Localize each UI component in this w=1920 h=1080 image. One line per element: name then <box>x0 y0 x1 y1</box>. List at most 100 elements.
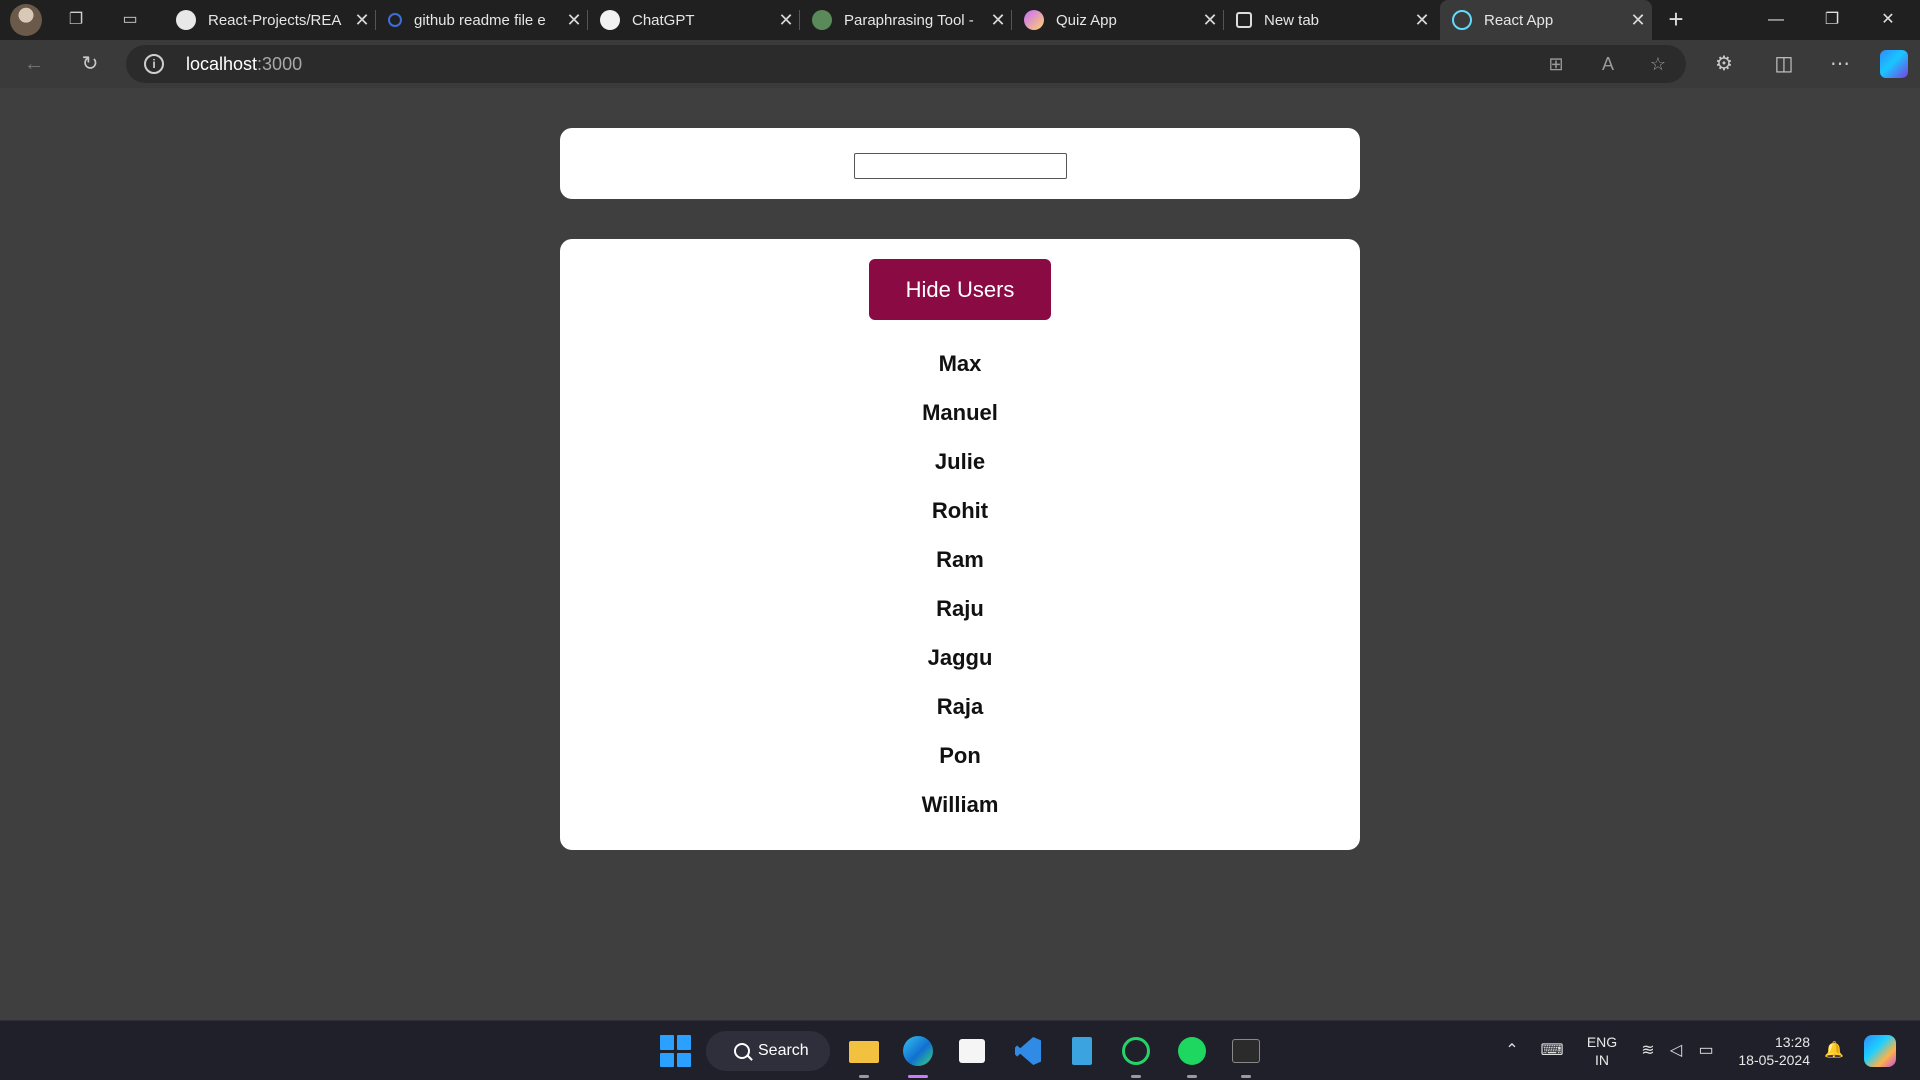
tab-title: ChatGPT <box>632 11 695 29</box>
new-tab-plus-icon[interactable]: + <box>1660 4 1692 36</box>
tab-github-readme[interactable]: github readme file e ✕ <box>376 0 588 40</box>
minimize-icon[interactable]: — <box>1748 0 1804 40</box>
user-item: Raja <box>936 694 984 719</box>
more-options-icon[interactable]: ⋯ <box>1824 48 1856 80</box>
close-window-icon[interactable]: ✕ <box>1860 0 1916 40</box>
user-item: Raju <box>936 596 984 621</box>
whatsapp-icon[interactable] <box>1118 1033 1154 1078</box>
vscode-logo <box>1015 1037 1041 1065</box>
windows-logo-pane <box>677 1052 691 1067</box>
windows-logo-pane <box>660 1035 674 1050</box>
running-indicator <box>1131 1075 1141 1078</box>
close-tab-icon[interactable]: ✕ <box>1196 10 1224 31</box>
tab-title: github readme file e <box>414 11 546 29</box>
running-indicator <box>908 1075 928 1078</box>
battery-icon[interactable]: ▭ <box>1694 1039 1718 1063</box>
workspaces-icon[interactable]: ❐ <box>64 8 88 32</box>
back-arrow-icon[interactable]: ← <box>18 48 50 80</box>
volume-icon[interactable]: ◁ <box>1664 1039 1688 1063</box>
close-tab-icon[interactable]: ✕ <box>984 10 1012 31</box>
react-icon <box>1452 10 1472 30</box>
browser-tab-strip: ❐ ▭ React-Projects/REA ✕ github readme f… <box>0 0 1920 40</box>
github-icon <box>176 10 196 30</box>
tab-title: React-Projects/REA <box>208 11 342 29</box>
tab-react-projects[interactable]: React-Projects/REA ✕ <box>164 0 376 40</box>
user-item: Jaggu <box>927 645 993 670</box>
notification-bell-icon[interactable]: 🔔 <box>1822 1039 1846 1063</box>
clock[interactable]: 13:28 18-05-2024 <box>1736 1033 1810 1069</box>
url-port: :3000 <box>257 54 303 74</box>
language-indicator[interactable]: ENG IN <box>1584 1033 1620 1069</box>
windows-logo-pane <box>660 1052 674 1067</box>
file-explorer-icon[interactable] <box>846 1033 882 1078</box>
language-region: IN <box>1595 1052 1609 1068</box>
tab-react-app[interactable]: React App ✕ <box>1440 0 1652 40</box>
address-bar[interactable]: i localhost:3000 ⊞ A ☆ <box>126 45 1686 83</box>
close-tab-icon[interactable]: ✕ <box>348 10 376 31</box>
search-icon <box>734 1043 750 1059</box>
chatgpt-icon <box>600 10 620 30</box>
user-item: Pon <box>939 743 981 768</box>
edge-browser-icon[interactable] <box>900 1033 936 1078</box>
users-card: Hide Users Max Manuel Julie Rohit Ram Ra… <box>560 239 1360 850</box>
spotify-icon[interactable] <box>1174 1033 1210 1078</box>
clock-time: 13:28 <box>1774 1034 1810 1050</box>
search-card <box>560 128 1360 199</box>
microsoft-store-icon[interactable] <box>954 1033 990 1069</box>
show-hidden-icons-chevron-icon[interactable]: ⌃ <box>1500 1039 1524 1063</box>
windows-taskbar: Search ⌃ ⌨ ENG IN ≋ ◁ ▭ 13:28 18-05-2024… <box>0 1020 1920 1080</box>
app-available-icon[interactable]: ⊞ <box>1544 52 1568 76</box>
close-tab-icon[interactable]: ✕ <box>1624 10 1652 31</box>
url-host: localhost <box>186 54 258 74</box>
running-indicator <box>1241 1075 1251 1078</box>
search-icon <box>388 13 402 27</box>
keyboard-icon[interactable]: ⌨ <box>1540 1039 1564 1063</box>
edge-logo <box>903 1036 933 1066</box>
quillbot-icon <box>812 10 832 30</box>
users-list: Max Manuel Julie Rohit Ram Raju Jaggu Ra… <box>560 339 1360 829</box>
address-url[interactable]: localhost:3000 <box>186 54 302 75</box>
running-indicator <box>1187 1075 1197 1078</box>
whatsapp-logo <box>1122 1037 1150 1065</box>
quiz-app-icon <box>1024 10 1044 30</box>
profile-avatar[interactable] <box>10 4 42 36</box>
notepad-icon[interactable] <box>1064 1033 1100 1069</box>
close-tab-icon[interactable]: ✕ <box>772 10 800 31</box>
read-aloud-icon[interactable]: A <box>1596 52 1620 76</box>
taskbar-search-label: Search <box>758 1042 809 1059</box>
running-indicator <box>859 1075 869 1078</box>
wifi-icon[interactable]: ≋ <box>1636 1039 1660 1063</box>
hide-users-button[interactable]: Hide Users <box>869 259 1051 320</box>
split-screen-icon[interactable]: ◫ <box>1768 48 1800 80</box>
terminal-window <box>1232 1039 1260 1063</box>
user-item: Manuel <box>922 400 998 425</box>
vertical-tabs-icon[interactable]: ▭ <box>118 8 142 32</box>
restore-icon[interactable]: ❐ <box>1804 0 1860 40</box>
store-bag <box>959 1039 985 1063</box>
tab-chatgpt[interactable]: ChatGPT ✕ <box>588 0 800 40</box>
extensions-icon[interactable]: ⚙ <box>1708 48 1740 80</box>
tab-quiz-app[interactable]: Quiz App ✕ <box>1012 0 1224 40</box>
terminal-icon[interactable] <box>1228 1033 1264 1078</box>
tab-new-tab[interactable]: New tab ✕ <box>1224 0 1436 40</box>
spotify-logo <box>1178 1037 1206 1065</box>
close-tab-icon[interactable]: ✕ <box>1408 10 1436 31</box>
language-code: ENG <box>1586 1034 1618 1050</box>
windows-logo-pane <box>677 1035 691 1050</box>
tab-paraphrasing-tool[interactable]: Paraphrasing Tool - ✕ <box>800 0 1012 40</box>
copilot-taskbar-icon[interactable] <box>1864 1035 1896 1067</box>
user-search-input[interactable] <box>854 153 1067 179</box>
tab-title: New tab <box>1264 11 1320 29</box>
copilot-icon[interactable] <box>1880 50 1908 78</box>
start-windows-icon[interactable] <box>658 1033 694 1069</box>
new-tab-page-icon <box>1236 12 1252 28</box>
site-info-icon[interactable]: i <box>144 54 164 74</box>
user-item: Max <box>938 351 982 376</box>
refresh-icon[interactable]: ↻ <box>74 48 106 80</box>
page-viewport: Hide Users Max Manuel Julie Rohit Ram Ra… <box>5 88 1915 1018</box>
close-tab-icon[interactable]: ✕ <box>560 10 588 31</box>
vscode-icon[interactable] <box>1010 1033 1046 1069</box>
taskbar-search-button[interactable]: Search <box>706 1031 830 1071</box>
tab-title: Quiz App <box>1056 11 1117 29</box>
favorite-star-icon[interactable]: ☆ <box>1646 52 1670 76</box>
